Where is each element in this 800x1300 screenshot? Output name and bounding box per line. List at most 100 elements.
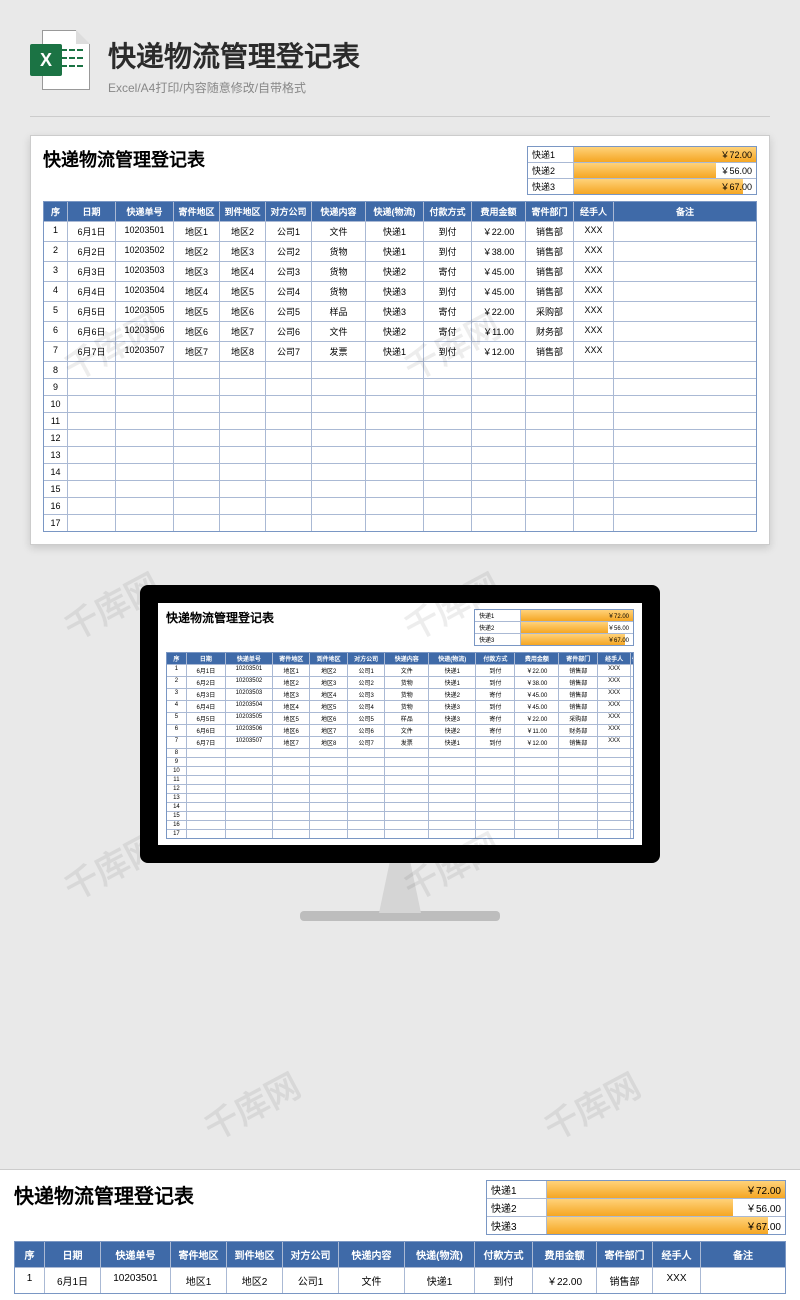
column-header: 费用金额	[472, 202, 526, 221]
table-cell: 10203505	[116, 302, 174, 321]
table-cell	[429, 758, 476, 766]
table-cell	[614, 396, 756, 412]
summary-value: ￥72.00	[608, 614, 629, 620]
table-cell	[429, 830, 476, 838]
table-cell: XXX	[598, 725, 631, 736]
table-cell: 地区4	[220, 262, 266, 281]
table-row-empty: 16	[167, 821, 633, 830]
table-cell	[273, 794, 310, 802]
table-cell	[574, 464, 614, 480]
table-cell: 地区6	[310, 713, 347, 724]
table-cell: XXX	[598, 677, 631, 688]
table-cell	[598, 830, 631, 838]
table-cell	[476, 767, 515, 775]
sheet-title: 快递物流管理登记表	[43, 146, 205, 172]
summary-bar-cell: ￥67.00	[574, 179, 756, 194]
table-cell: ￥45.00	[472, 282, 526, 301]
table-cell: 地区4	[273, 701, 310, 712]
table-cell	[68, 379, 116, 395]
table-row-empty: 17	[44, 515, 756, 531]
table-cell	[476, 785, 515, 793]
table-cell: 到付	[424, 282, 472, 301]
table-cell	[366, 481, 424, 497]
summary-label: 快递1	[487, 1181, 547, 1198]
table-row: 56月5日10203505地区5地区6公司5样品快递3寄付￥22.00采购部XX…	[167, 713, 633, 725]
column-header: 序	[15, 1242, 45, 1267]
table-cell: 地区2	[227, 1268, 283, 1293]
table-row: 16月1日10203501地区1地区2公司1文件快递1到付￥22.00销售部XX…	[44, 222, 756, 242]
table-cell: ￥11.00	[472, 322, 526, 341]
table-cell	[631, 785, 633, 793]
table-row: 56月5日10203505地区5地区6公司5样品快递3寄付￥22.00采购部XX…	[44, 302, 756, 322]
table-cell: 寄付	[476, 725, 515, 736]
table-cell	[366, 430, 424, 446]
table-cell	[312, 498, 366, 514]
column-header: 寄件部门	[559, 653, 598, 664]
table-cell: 1	[15, 1268, 45, 1293]
table-cell	[348, 812, 385, 820]
summary-row: 快递2￥56.00	[475, 622, 633, 634]
table-cell	[366, 413, 424, 429]
table-cell	[187, 758, 226, 766]
column-header: 费用金额	[515, 653, 559, 664]
table-cell	[116, 396, 174, 412]
table-cell: 11	[167, 776, 187, 784]
table-cell	[424, 379, 472, 395]
table-cell	[614, 447, 756, 463]
table-cell: XXX	[574, 282, 614, 301]
table-cell: 公司7	[266, 342, 312, 361]
table-cell	[116, 481, 174, 497]
excel-x-badge: X	[30, 44, 62, 76]
table-cell: ￥22.00	[533, 1268, 597, 1293]
table-cell: 销售部	[526, 222, 574, 241]
table-cell: 6月6日	[187, 725, 226, 736]
table-cell	[631, 713, 633, 724]
table-cell: 6	[167, 725, 187, 736]
table-cell: 发票	[385, 737, 429, 748]
table-cell	[226, 776, 273, 784]
summary-bar	[574, 179, 743, 194]
table-cell	[559, 785, 598, 793]
summary-label: 快递3	[487, 1217, 547, 1234]
table-cell	[631, 830, 633, 838]
table-row-empty: 15	[167, 812, 633, 821]
table-cell: 货物	[312, 282, 366, 301]
table-cell: 样品	[312, 302, 366, 321]
table-cell	[226, 821, 273, 829]
table-cell: 3	[44, 262, 68, 281]
summary-row: 快递3￥67.00	[475, 634, 633, 645]
table-row: 26月2日10203502地区2地区3公司2货物快递1到付￥38.00销售部XX…	[167, 677, 633, 689]
table-cell	[220, 379, 266, 395]
table-cell: 5	[44, 302, 68, 321]
table-cell: 地区7	[220, 322, 266, 341]
table-cell	[424, 413, 472, 429]
table-cell	[476, 749, 515, 757]
summary-bar-cell: ￥56.00	[521, 622, 633, 633]
table-cell	[187, 821, 226, 829]
table-cell	[631, 812, 633, 820]
table-cell	[515, 785, 559, 793]
table-cell: XXX	[598, 665, 631, 676]
table-cell	[348, 830, 385, 838]
table-cell	[385, 785, 429, 793]
table-cell: XXX	[598, 689, 631, 700]
summary-row: 快递2￥56.00	[528, 163, 756, 179]
table-row-empty: 10	[167, 767, 633, 776]
table-cell	[472, 362, 526, 378]
table-cell	[348, 767, 385, 775]
watermark: 千库网	[194, 1059, 307, 1150]
table-cell	[68, 362, 116, 378]
column-header: 费用金额	[533, 1242, 597, 1267]
column-header: 到件地区	[220, 202, 266, 221]
table-cell: 地区2	[174, 242, 220, 261]
table-cell	[174, 430, 220, 446]
table-cell	[312, 396, 366, 412]
table-cell: 2	[167, 677, 187, 688]
table-row-empty: 11	[44, 413, 756, 430]
table-cell: 销售部	[559, 689, 598, 700]
table-cell: 7	[44, 342, 68, 361]
table-row-empty: 15	[44, 481, 756, 498]
table-cell: XXX	[574, 242, 614, 261]
table-cell	[526, 447, 574, 463]
table-cell	[312, 413, 366, 429]
